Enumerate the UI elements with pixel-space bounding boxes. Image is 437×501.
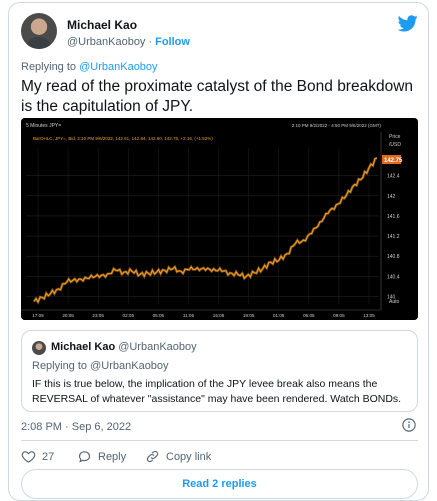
price-chart: 5 Minutes JPY= 2:10 PM 9/2/2022 - 4:50 P… (21, 118, 418, 320)
tweet-text: My read of the proximate catalyst of the… (21, 78, 414, 115)
x-tick-label: 05:05 (153, 313, 165, 318)
quoted-text: IF this is true below, the implication o… (32, 378, 402, 405)
quoted-replying-mention: @UrbanKaoboy (90, 360, 169, 372)
author-handle-row: @UrbanKaoboy · Follow (67, 36, 190, 48)
author-name[interactable]: Michael Kao (67, 18, 137, 32)
replying-mention[interactable]: @UrbanKaoboy (79, 61, 157, 73)
x-tick-label: 23:05 (92, 313, 104, 318)
x-tick-label: 01:05 (273, 313, 285, 318)
x-tick-label: 05:05 (303, 313, 315, 318)
x-tick-label: 20:05 (62, 313, 74, 318)
quoted-author: Michael Kao @UrbanKaoboy (51, 341, 197, 353)
copy-link-label: Copy link (166, 450, 212, 463)
y-tick-label: 142.4 (387, 174, 400, 180)
axis-title-unit: /USD (389, 142, 401, 148)
copy-link-button[interactable]: Copy link (145, 449, 211, 464)
axis-title-price: Price (389, 134, 401, 140)
divider (21, 440, 418, 441)
chart-image[interactable]: 5 Minutes JPY= 2:10 PM 9/2/2022 - 4:50 P… (21, 118, 418, 320)
quoted-replying-prefix: Replying to (32, 360, 88, 372)
quoted-tweet[interactable]: Michael Kao @UrbanKaoboy Replying to @Urb… (21, 330, 418, 412)
x-tick-label: 17:05 (32, 313, 44, 318)
y-tick-label: 142 (387, 194, 396, 200)
quoted-avatar (32, 341, 46, 355)
replying-to: Replying to @UrbanKaoboy (21, 61, 158, 73)
reply-button[interactable]: Reply (77, 449, 126, 464)
reply-label: Reply (98, 450, 127, 463)
chart-date-range: 2:10 PM 9/2/2022 - 4:50 PM 9/6/2022 (GMT… (292, 123, 382, 128)
reply-icon (78, 451, 91, 463)
like-count: 27 (42, 450, 55, 463)
replying-prefix: Replying to (21, 61, 77, 73)
quoted-author-name: Michael Kao (51, 341, 116, 353)
y-tick-label: 140.4 (387, 274, 400, 280)
info-icon[interactable] (402, 418, 416, 432)
chart-title: 5 Minutes JPY= (26, 123, 61, 129)
x-tick-label: 13:05 (363, 313, 375, 318)
y-tick-label: 141.2 (387, 234, 400, 240)
quoted-author-handle: @UrbanKaoboy (118, 341, 197, 353)
heart-icon (21, 451, 36, 463)
author-handle[interactable]: @UrbanKaoboy (67, 36, 145, 48)
link-icon (146, 450, 159, 463)
x-tick-label: 11:05 (183, 313, 195, 318)
x-tick-label: 09:05 (333, 313, 345, 318)
action-bar: 27 Reply Copy link (21, 449, 418, 465)
avatar[interactable] (21, 13, 57, 49)
separator: · (148, 36, 153, 48)
embedded-tweet-card: Michael Kao @UrbanKaoboy · Follow Replying… (8, 2, 429, 501)
y-tick-label: 141.6 (387, 214, 400, 220)
follow-button[interactable]: Follow (155, 36, 190, 48)
twitter-bird-icon[interactable] (398, 15, 418, 32)
tweet-timestamp[interactable]: 2:08 PM · Sep 6, 2022 (21, 421, 131, 433)
tweet-header: Michael Kao @UrbanKaoboy · Follow (21, 13, 418, 53)
x-tick-label: 15:05 (213, 313, 225, 318)
current-price-badge: 142.75 (384, 158, 403, 164)
x-tick-label: 02:05 (123, 313, 135, 318)
read-replies-button[interactable]: Read 2 replies (21, 469, 418, 499)
y-tick-label: 140.8 (387, 254, 400, 260)
axis-auto-label: Auto (389, 299, 400, 305)
chart-legend-line: BarOHLC, JPY=, Bid, 2:10 PM 9/6/2022, 14… (33, 136, 213, 141)
x-tick-label: 19:05 (243, 313, 255, 318)
like-button[interactable]: 27 (21, 449, 54, 464)
quoted-replying-to: Replying to @UrbanKaoboy (32, 360, 169, 372)
